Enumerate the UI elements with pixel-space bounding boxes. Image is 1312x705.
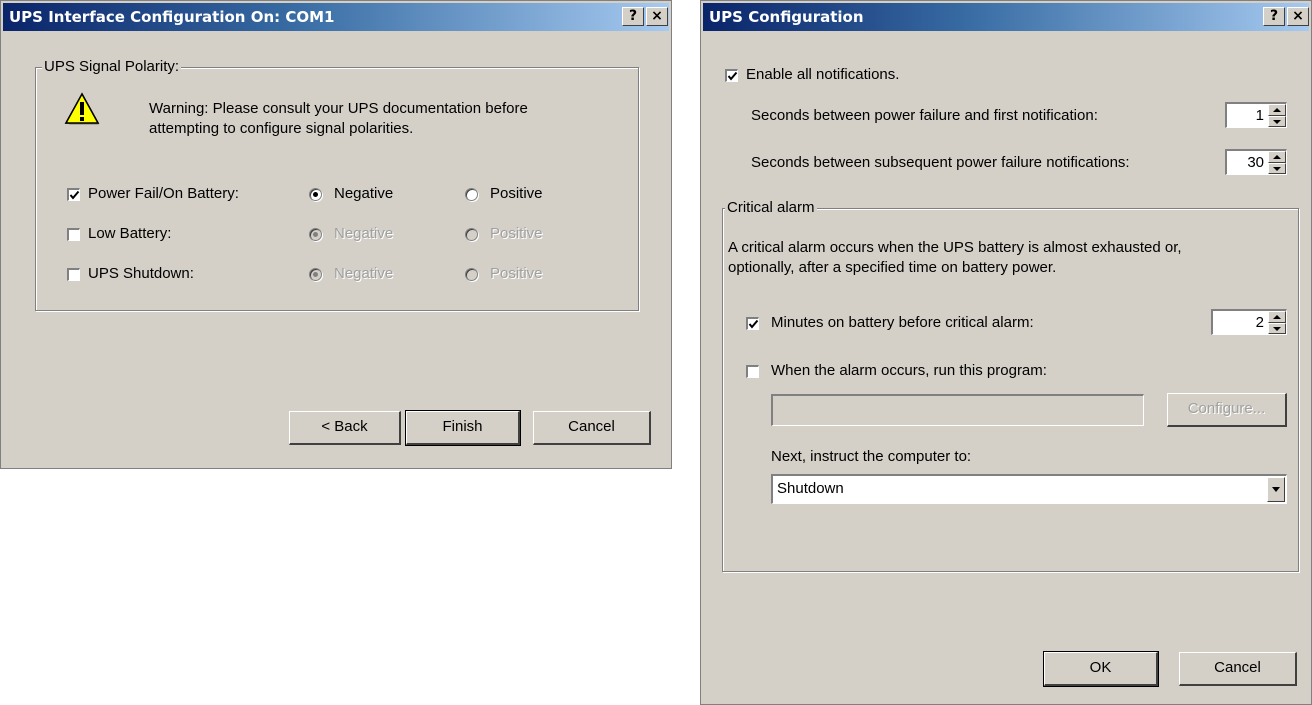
ups-shutdown-checkbox[interactable] — [67, 268, 80, 281]
cancel-button[interactable]: Cancel — [1179, 652, 1297, 686]
title-bar: UPS Interface Configuration On: COM1 ? × — [3, 3, 669, 31]
chevron-down-icon[interactable] — [1267, 477, 1285, 502]
power-fail-positive-radio[interactable] — [465, 188, 478, 201]
minutes-down-arrow-icon[interactable] — [1268, 322, 1286, 334]
run-program-checkbox[interactable] — [746, 365, 759, 378]
warning-text-line2: attempting to configure signal polaritie… — [149, 120, 414, 137]
subsequent-notification-label: Seconds between subsequent power failure… — [751, 154, 1130, 171]
critical-desc-line1: A critical alarm occurs when the UPS bat… — [728, 239, 1182, 256]
ok-button[interactable]: OK — [1043, 651, 1159, 687]
ups-shutdown-label: UPS Shutdown: — [88, 265, 194, 282]
warning-text-line1: Warning: Please consult your UPS documen… — [149, 100, 528, 117]
close-button[interactable]: × — [1287, 7, 1309, 26]
group-label: UPS Signal Polarity: — [42, 58, 182, 75]
ups-configuration-dialog: UPS Configuration ? × Enable all notific… — [700, 0, 1312, 705]
power-fail-negative-radio[interactable] — [309, 188, 322, 201]
minutes-on-battery-label: Minutes on battery before critical alarm… — [771, 314, 1034, 331]
enable-notifications-checkbox[interactable] — [725, 69, 738, 82]
cancel-button[interactable]: Cancel — [533, 411, 651, 445]
finish-button[interactable]: Finish — [405, 410, 521, 446]
first-notification-spinner[interactable]: 1 — [1225, 102, 1287, 128]
subsequent-notification-spinner[interactable]: 30 — [1225, 149, 1287, 175]
back-button[interactable]: < Back — [289, 411, 401, 445]
warning-icon — [64, 92, 100, 126]
power-fail-positive-label: Positive — [490, 185, 543, 202]
program-path-input[interactable] — [771, 394, 1144, 426]
subsequent-notification-up-arrow-icon[interactable] — [1268, 151, 1286, 163]
first-notification-down-arrow-icon[interactable] — [1268, 115, 1286, 127]
first-notification-up-arrow-icon[interactable] — [1268, 104, 1286, 116]
low-battery-positive-label: Positive — [490, 225, 543, 242]
power-fail-checkbox[interactable] — [67, 188, 80, 201]
low-battery-negative-label: Negative — [334, 225, 394, 242]
run-program-label: When the alarm occurs, run this program: — [771, 362, 1047, 379]
help-button[interactable]: ? — [1263, 7, 1285, 26]
enable-notifications-label: Enable all notifications. — [746, 66, 900, 83]
group-label: Critical alarm — [725, 199, 817, 216]
first-notification-value: 1 — [1255, 107, 1264, 124]
critical-desc-line2: optionally, after a specified time on ba… — [728, 259, 1057, 276]
action-dropdown[interactable]: Shutdown — [771, 474, 1287, 504]
ups-shutdown-negative-radio[interactable] — [309, 268, 322, 281]
minutes-on-battery-spinner[interactable]: 2 — [1211, 309, 1287, 335]
subsequent-notification-value: 30 — [1247, 154, 1264, 171]
action-dropdown-value: Shutdown — [777, 480, 844, 497]
power-fail-negative-label: Negative — [334, 185, 394, 202]
low-battery-checkbox[interactable] — [67, 228, 80, 241]
next-instruct-label: Next, instruct the computer to: — [771, 448, 972, 465]
power-fail-label: Power Fail/On Battery: — [88, 185, 239, 202]
low-battery-label: Low Battery: — [88, 225, 172, 242]
minutes-on-battery-checkbox[interactable] — [746, 317, 759, 330]
configure-button[interactable]: Configure... — [1167, 393, 1287, 427]
dialog-title: UPS Interface Configuration On: COM1 — [9, 8, 335, 26]
ups-shutdown-positive-radio[interactable] — [465, 268, 478, 281]
subsequent-notification-down-arrow-icon[interactable] — [1268, 162, 1286, 174]
ups-interface-config-dialog: UPS Interface Configuration On: COM1 ? ×… — [0, 0, 672, 469]
dialog-title: UPS Configuration — [709, 8, 864, 26]
low-battery-positive-radio[interactable] — [465, 228, 478, 241]
minutes-on-battery-value: 2 — [1255, 314, 1264, 331]
title-bar: UPS Configuration ? × — [703, 3, 1309, 31]
first-notification-label: Seconds between power failure and first … — [751, 107, 1098, 124]
minutes-up-arrow-icon[interactable] — [1268, 311, 1286, 323]
ups-shutdown-positive-label: Positive — [490, 265, 543, 282]
ups-shutdown-negative-label: Negative — [334, 265, 394, 282]
close-button[interactable]: × — [646, 7, 668, 26]
help-button[interactable]: ? — [622, 7, 644, 26]
low-battery-negative-radio[interactable] — [309, 228, 322, 241]
